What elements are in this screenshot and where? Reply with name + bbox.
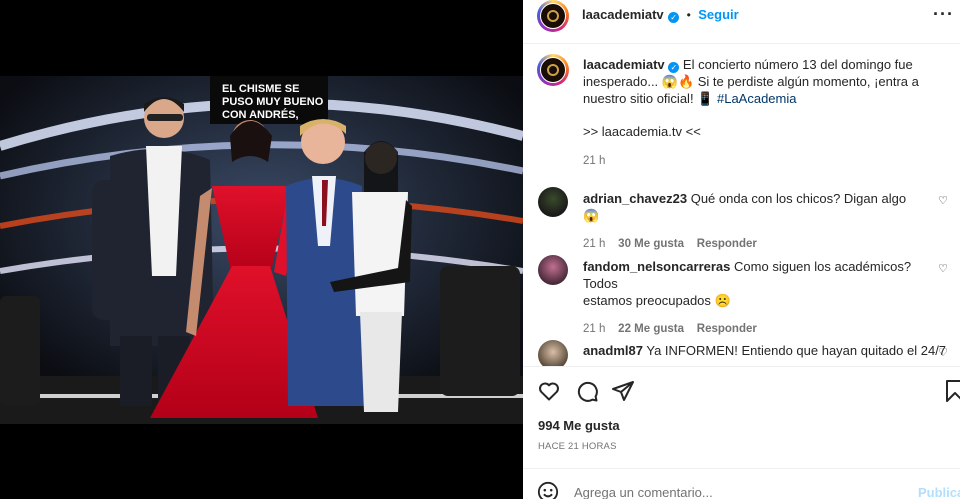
publish-button[interactable]: Publica <box>918 485 960 499</box>
caption-username[interactable]: laacademiatv <box>583 57 665 72</box>
overlay-text-2: PUSO MUY BUENO <box>222 96 324 108</box>
post-timestamp: HACE 21 HORAS <box>538 441 617 452</box>
post-media[interactable]: EL CHISME SE PUSO MUY BUENO CON ANDRÉS, <box>0 0 523 499</box>
caption-avatar[interactable] <box>537 54 569 86</box>
caption-line-3: nuestro sitio oficial! 📱 <box>583 91 714 106</box>
bookmark-icon[interactable] <box>943 379 960 403</box>
caption-link-line[interactable]: >> laacademia.tv << <box>583 123 943 140</box>
comment-item: fandom_nelsoncarreras Como siguen los ac… <box>583 258 928 338</box>
caption-time: 21 h <box>583 155 606 167</box>
caption-line-1: El concierto número 13 del domingo fue <box>682 57 913 72</box>
comment-like-heart-icon[interactable]: ♡ <box>938 194 948 207</box>
comment-text: estamos preocupados ☹️ <box>583 293 731 308</box>
post-photo-scene: EL CHISME SE PUSO MUY BUENO CON ANDRÉS, <box>0 76 523 424</box>
caption-line-2: inesperado... 😱🔥 Si te perdiste algún mo… <box>583 74 919 89</box>
comment-meta: 21 h 22 Me gusta Responder <box>583 321 928 338</box>
likes-count[interactable]: 994 Me gusta <box>538 418 620 433</box>
comment-username[interactable]: anadml87 <box>583 343 643 358</box>
reply-button[interactable]: Responder <box>697 323 757 335</box>
comment-item: anadml87 Ya INFORMEN! Entiendo que hayan… <box>583 342 947 359</box>
comment-username[interactable]: fandom_nelsoncarreras <box>583 259 730 274</box>
comment-time: 21 h <box>583 238 606 250</box>
commenter-avatar[interactable] <box>538 255 568 285</box>
heart-icon[interactable] <box>537 379 561 403</box>
overlay-text-3: CON ANDRÉS, <box>222 108 299 121</box>
comment-input[interactable]: Agrega un comentario... <box>574 485 713 499</box>
commenter-avatar[interactable] <box>538 187 568 217</box>
verified-badge-icon: ✓ <box>668 12 680 23</box>
comment-username[interactable]: adrian_chavez23 <box>583 191 687 206</box>
comment-likes[interactable]: 22 Me gusta <box>618 323 684 335</box>
comment-text: Ya INFORMEN! Entiendo que hayan quitado … <box>646 343 947 358</box>
comment-like-heart-icon[interactable]: ♡ <box>938 346 948 359</box>
author-avatar[interactable] <box>537 0 569 32</box>
author-username[interactable]: laacademiatv <box>582 7 664 22</box>
follow-button[interactable]: Seguir <box>698 7 738 22</box>
comment-time: 21 h <box>583 323 606 335</box>
more-options-icon[interactable]: ··· <box>933 4 954 25</box>
comment-icon[interactable] <box>575 379 599 403</box>
caption-text: laacademiatv ✓ El concierto número 13 de… <box>583 56 943 170</box>
comment-like-heart-icon[interactable]: ♡ <box>938 262 948 275</box>
post-actions: 994 Me gusta HACE 21 HORAS Agrega un com… <box>523 366 960 499</box>
commenter-avatar[interactable] <box>538 340 568 366</box>
post-header: laacademiatv ✓ • Seguir ··· <box>523 0 960 44</box>
share-icon[interactable] <box>611 379 635 403</box>
emoji-icon[interactable] <box>537 481 559 499</box>
add-comment-bar: Agrega un comentario... Publica <box>523 468 960 499</box>
hashtag-link[interactable]: #LaAcademia <box>717 91 797 106</box>
overlay-text-1: EL CHISME SE <box>222 83 299 95</box>
comments-scroll-area[interactable]: laacademiatv ✓ El concierto número 13 de… <box>523 44 960 366</box>
post-side-panel: laacademiatv ✓ • Seguir ··· laacademiatv… <box>523 0 960 499</box>
comment-meta: 21 h 30 Me gusta Responder <box>583 236 923 253</box>
post-photo: EL CHISME SE PUSO MUY BUENO CON ANDRÉS, <box>0 76 523 424</box>
comment-likes[interactable]: 30 Me gusta <box>618 238 684 250</box>
caption-verified-icon: ✓ <box>668 62 680 73</box>
comment-item: adrian_chavez23 Qué onda con los chicos?… <box>583 190 923 253</box>
separator-dot: • <box>686 8 691 22</box>
reply-button[interactable]: Responder <box>697 238 757 250</box>
